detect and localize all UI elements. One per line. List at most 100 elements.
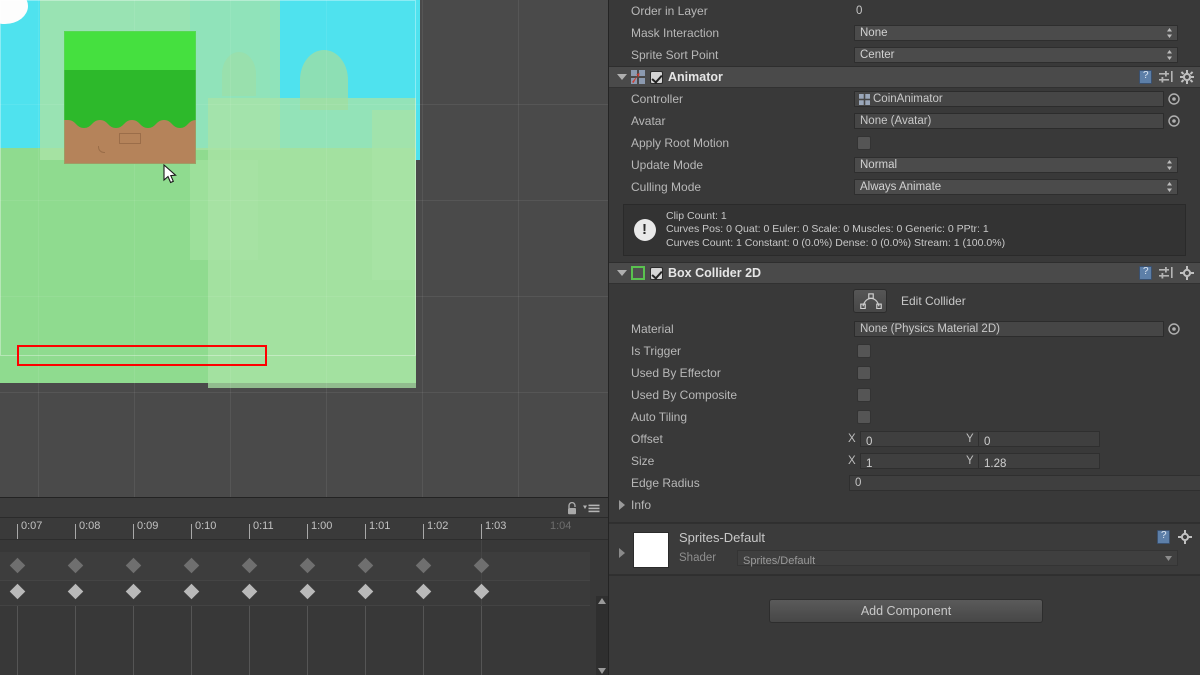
- hamburger-menu-icon[interactable]: [583, 504, 600, 513]
- property-label: Sprite Sort Point: [609, 48, 847, 62]
- controller-object-field[interactable]: CoinAnimator: [854, 91, 1164, 107]
- selected-platform-tile[interactable]: [64, 31, 196, 164]
- component-header-animator[interactable]: Animator: [609, 66, 1200, 88]
- keyframe-row-sprite[interactable]: [0, 580, 590, 606]
- field-value: Normal: [855, 159, 897, 171]
- keyframe-guide-line: [191, 606, 192, 675]
- property-row-order-in-layer[interactable]: Order in Layer 0: [609, 0, 1200, 22]
- scroll-up-arrow[interactable]: [598, 598, 606, 604]
- property-row-avatar[interactable]: Avatar None (Avatar): [609, 110, 1200, 132]
- property-row-controller[interactable]: Controller CoinAnimator: [609, 88, 1200, 110]
- timeline-vertical-scrollbar[interactable]: [596, 596, 608, 675]
- avatar-object-field[interactable]: None (Avatar): [854, 113, 1164, 129]
- timeline-keyframe-area[interactable]: [0, 540, 608, 675]
- update-mode-dropdown[interactable]: Normal: [854, 157, 1178, 173]
- foldout-arrow-icon[interactable]: [619, 548, 625, 558]
- timeline-ruler[interactable]: 0:070:080:090:100:111:001:011:021:031:04: [0, 518, 608, 540]
- sprite-sort-point-dropdown[interactable]: Center: [854, 47, 1178, 63]
- property-row-mask-interaction[interactable]: Mask Interaction None: [609, 22, 1200, 44]
- help-book-icon[interactable]: [1157, 530, 1170, 544]
- property-row-used-by-effector[interactable]: Used By Effector: [609, 362, 1200, 384]
- property-label: Material: [609, 322, 847, 336]
- scene-view[interactable]: [0, 0, 608, 497]
- physics-material-field[interactable]: None (Physics Material 2D): [854, 321, 1164, 337]
- add-component-button[interactable]: Add Component: [769, 599, 1043, 623]
- gear-icon[interactable]: [1180, 70, 1194, 84]
- property-row-edge-radius[interactable]: Edge Radius 0: [609, 472, 1200, 494]
- divider: [609, 575, 1200, 576]
- property-label: Auto Tiling: [609, 410, 847, 424]
- preset-sliders-icon[interactable]: [1159, 267, 1173, 279]
- property-row-apply-root-motion[interactable]: Apply Root Motion: [609, 132, 1200, 154]
- edit-collider-button[interactable]: [853, 289, 887, 313]
- timeline-tick: [133, 524, 134, 539]
- mask-interaction-dropdown[interactable]: None: [854, 25, 1178, 41]
- used-by-effector-checkbox[interactable]: [857, 366, 871, 380]
- lock-icon[interactable]: [566, 502, 578, 515]
- material-preview-block[interactable]: Sprites-Default Shader Sprites/Default: [609, 523, 1200, 575]
- offset-y-input[interactable]: 0: [978, 431, 1100, 447]
- edge-radius-input[interactable]: 0: [849, 475, 1200, 491]
- timeline-time-label: 1:01: [369, 520, 390, 532]
- property-row-is-trigger[interactable]: Is Trigger: [609, 340, 1200, 362]
- order-in-layer-input[interactable]: 0: [854, 3, 1178, 19]
- component-header-box-collider-2d[interactable]: Box Collider 2D: [609, 262, 1200, 284]
- edit-collider-row[interactable]: Edit Collider: [609, 284, 1200, 318]
- used-by-composite-checkbox[interactable]: [857, 388, 871, 402]
- property-row-material[interactable]: Material None (Physics Material 2D): [609, 318, 1200, 340]
- object-picker-icon[interactable]: [1168, 323, 1180, 335]
- property-row-culling-mode[interactable]: Culling Mode Always Animate: [609, 176, 1200, 198]
- property-label: Apply Root Motion: [609, 136, 847, 150]
- info-line-curves-count: Curves Count: 1 Constant: 0 (0.0%) Dense…: [666, 237, 1005, 251]
- field-value: 0: [854, 5, 862, 17]
- property-row-auto-tiling[interactable]: Auto Tiling: [609, 406, 1200, 428]
- animation-window[interactable]: 0:070:080:090:100:111:001:011:021:031:04: [0, 497, 608, 675]
- help-book-icon[interactable]: [1139, 70, 1152, 84]
- property-label: Order in Layer: [609, 4, 847, 18]
- field-value: 1.28: [979, 458, 1006, 470]
- property-row-size[interactable]: Size X 1 Y 1.28: [609, 450, 1200, 472]
- property-row-sprite-sort-point[interactable]: Sprite Sort Point Center: [609, 44, 1200, 66]
- animator-enabled-checkbox[interactable]: [650, 71, 663, 84]
- shader-dropdown[interactable]: Sprites/Default: [737, 550, 1178, 566]
- foldout-arrow-icon[interactable]: [617, 270, 627, 276]
- is-trigger-checkbox[interactable]: [857, 344, 871, 358]
- animation-toolbar: [0, 498, 608, 518]
- inspector-panel[interactable]: Order in Layer 0 Mask Interaction None S…: [608, 0, 1200, 675]
- collider-info-foldout[interactable]: Info: [609, 494, 1200, 516]
- auto-tiling-checkbox[interactable]: [857, 410, 871, 424]
- info-box-text: Clip Count: 1 Curves Pos: 0 Quat: 0 Eule…: [666, 210, 1005, 251]
- offset-x-input[interactable]: 0: [860, 431, 982, 447]
- info-line-clip-count: Clip Count: 1: [666, 210, 1005, 224]
- property-row-update-mode[interactable]: Update Mode Normal: [609, 154, 1200, 176]
- object-picker-icon[interactable]: [1168, 115, 1180, 127]
- property-label: Controller: [609, 92, 847, 106]
- size-x-input[interactable]: 1: [860, 453, 982, 469]
- size-y-input[interactable]: 1.28: [978, 453, 1100, 469]
- field-value: None: [855, 27, 888, 39]
- culling-mode-dropdown[interactable]: Always Animate: [854, 179, 1178, 195]
- property-row-used-by-composite[interactable]: Used By Composite: [609, 384, 1200, 406]
- preset-sliders-icon[interactable]: [1159, 71, 1173, 83]
- keyframe-guide-line: [481, 606, 482, 675]
- scene-bounds-rect: [0, 0, 416, 356]
- timeline-tick: [423, 524, 424, 539]
- timeline-tick: [365, 524, 366, 539]
- keyframe-row-summary[interactable]: [0, 552, 590, 580]
- foldout-arrow-icon[interactable]: [617, 74, 627, 80]
- help-book-icon[interactable]: [1139, 266, 1152, 280]
- apply-root-motion-checkbox[interactable]: [857, 136, 871, 150]
- animator-controller-icon: [859, 94, 870, 105]
- property-row-offset[interactable]: Offset X 0 Y 0: [609, 428, 1200, 450]
- object-picker-icon[interactable]: [1168, 93, 1180, 105]
- property-label: Mask Interaction: [609, 26, 847, 40]
- gear-icon[interactable]: [1178, 530, 1192, 544]
- gear-icon[interactable]: [1180, 266, 1194, 280]
- foldout-arrow-icon[interactable]: [619, 500, 625, 510]
- animator-info-box: Clip Count: 1 Curves Pos: 0 Quat: 0 Eule…: [623, 204, 1186, 256]
- unity-editor-window: 0:070:080:090:100:111:001:011:021:031:04…: [0, 0, 1200, 675]
- scroll-down-arrow[interactable]: [598, 668, 606, 674]
- timeline-time-label: 1:02: [427, 520, 448, 532]
- box-collider-enabled-checkbox[interactable]: [650, 267, 663, 280]
- arrow-cursor: [163, 164, 177, 184]
